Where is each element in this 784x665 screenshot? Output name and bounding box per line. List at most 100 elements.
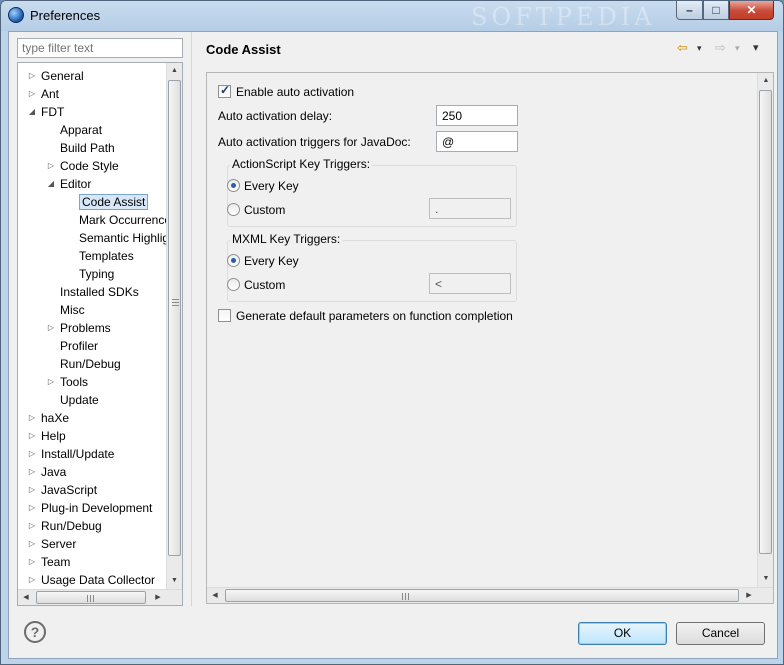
expanded-twisty-icon[interactable]: ◢ xyxy=(27,103,37,121)
scroll-up-arrow-icon[interactable]: ▲ xyxy=(758,73,773,89)
collapsed-twisty-icon[interactable]: ▷ xyxy=(27,85,37,103)
actionscript-custom-radio[interactable] xyxy=(227,203,240,216)
collapsed-twisty-icon[interactable]: ▷ xyxy=(46,157,56,175)
tree-item-label: Ant xyxy=(41,87,60,101)
grip-line xyxy=(402,593,403,600)
tree-item[interactable]: ▷ Problems xyxy=(48,319,111,337)
window-title: Preferences xyxy=(30,8,101,23)
tree-item-label: Problems xyxy=(60,321,111,335)
collapsed-twisty-icon[interactable]: ▷ xyxy=(27,67,37,85)
scroll-right-arrow-icon[interactable]: ▶ xyxy=(150,590,166,605)
tree-vertical-scrollbar[interactable]: ▲ ▼ xyxy=(166,63,182,589)
collapsed-twisty-icon[interactable]: ▷ xyxy=(46,319,56,337)
tree-item[interactable]: ▷ Team xyxy=(29,553,70,571)
tree-item[interactable]: Build Path xyxy=(60,139,115,157)
close-button[interactable]: ✕ xyxy=(729,1,774,20)
filter-input[interactable] xyxy=(17,38,183,58)
tree-item[interactable]: ◢ Editor xyxy=(48,175,91,193)
help-icon[interactable]: ? xyxy=(24,621,46,643)
tree-item[interactable]: ▷ Run/Debug xyxy=(29,517,102,535)
collapsed-twisty-icon[interactable]: ▷ xyxy=(27,463,37,481)
collapsed-twisty-icon[interactable]: ▷ xyxy=(27,481,37,499)
mxml-every-key-label[interactable]: Every Key xyxy=(244,254,299,268)
collapsed-twisty-icon[interactable]: ▷ xyxy=(27,427,37,445)
tree-item[interactable]: ▷ haXe xyxy=(29,409,70,427)
tree-item[interactable]: ▷ General xyxy=(29,67,84,85)
tree-item-label: Help xyxy=(41,429,66,443)
scroll-left-arrow-icon[interactable]: ◀ xyxy=(18,590,34,605)
tree-item-label: FDT xyxy=(41,105,65,119)
panel-divider[interactable] xyxy=(191,32,192,606)
collapsed-twisty-icon[interactable]: ▷ xyxy=(27,409,37,427)
collapsed-twisty-icon[interactable]: ▷ xyxy=(27,517,37,535)
collapsed-twisty-icon[interactable]: ▷ xyxy=(27,571,37,589)
tree-horizontal-scrollbar[interactable]: ◀ ▶ xyxy=(18,589,182,605)
generate-default-params-label[interactable]: Generate default parameters on function … xyxy=(236,309,513,323)
tree-item[interactable]: ▷ Code Style xyxy=(48,157,119,175)
tree-item-label: JavaScript xyxy=(41,483,98,497)
scroll-thumb[interactable] xyxy=(168,80,181,556)
tree-item[interactable]: Mark Occurrences xyxy=(79,211,168,229)
enable-auto-activation-checkbox[interactable] xyxy=(218,83,231,98)
expanded-twisty-icon[interactable]: ◢ xyxy=(46,175,56,193)
mxml-custom-label[interactable]: Custom xyxy=(244,278,285,292)
tree-item[interactable]: Apparat xyxy=(60,121,102,139)
tree-item-label: Plug-in Development xyxy=(41,501,153,515)
tree-item[interactable]: ▷ Server xyxy=(29,535,76,553)
tree-item[interactable]: ▷ Plug-in Development xyxy=(29,499,153,517)
tree-item[interactable]: Run/Debug xyxy=(60,355,121,373)
tree-item[interactable]: Misc xyxy=(60,301,85,319)
collapsed-twisty-icon[interactable]: ▷ xyxy=(27,445,37,463)
tree-item[interactable]: ▷ Usage Data Collector xyxy=(29,571,155,589)
tree-item[interactable]: ◢ FDT xyxy=(29,103,65,121)
tree-item[interactable]: Installed SDKs xyxy=(60,283,139,301)
view-menu-chevron-icon[interactable]: ▾ xyxy=(753,40,759,56)
cancel-button[interactable]: Cancel xyxy=(676,622,765,645)
tree-item[interactable]: Profiler xyxy=(60,337,98,355)
scroll-thumb[interactable] xyxy=(225,589,739,602)
actionscript-every-key-radio[interactable] xyxy=(227,179,240,192)
tree-item[interactable]: ▷ Ant xyxy=(29,85,60,103)
tree-item[interactable]: ▷ Java xyxy=(29,463,67,481)
collapsed-twisty-icon[interactable]: ▷ xyxy=(27,499,37,517)
tree-item[interactable]: Templates xyxy=(79,247,134,265)
back-menu-chevron-icon[interactable]: ▾ xyxy=(697,40,702,56)
scroll-down-arrow-icon[interactable]: ▼ xyxy=(758,571,773,587)
enable-auto-activation-label[interactable]: Enable auto activation xyxy=(236,85,354,99)
tree-item[interactable]: Code Assist xyxy=(79,193,149,211)
tree-item[interactable]: ▷ Tools xyxy=(48,373,88,391)
title-bar[interactable]: Preferences SOFTPEDIA – □ ✕ xyxy=(1,1,783,31)
collapsed-twisty-icon[interactable]: ▷ xyxy=(27,553,37,571)
mxml-custom-radio[interactable] xyxy=(227,278,240,291)
delay-input[interactable]: 250 xyxy=(436,105,518,126)
scroll-thumb[interactable] xyxy=(36,591,146,604)
tree-item[interactable]: Update xyxy=(60,391,99,409)
javadoc-triggers-input[interactable]: @ xyxy=(436,131,518,152)
settings-horizontal-scrollbar[interactable]: ◀ ▶ xyxy=(207,587,773,603)
scroll-left-arrow-icon[interactable]: ◀ xyxy=(207,588,223,603)
tree-item-label: Java xyxy=(41,465,67,479)
tree-item-label: haXe xyxy=(41,411,70,425)
actionscript-every-key-label[interactable]: Every Key xyxy=(244,179,299,193)
back-arrow-icon[interactable]: ⇦ xyxy=(677,40,688,56)
actionscript-custom-label[interactable]: Custom xyxy=(244,203,285,217)
settings-panel: Enable auto activation Auto activation d… xyxy=(206,72,774,604)
mxml-every-key-radio[interactable] xyxy=(227,254,240,267)
tree-item[interactable]: Semantic Highlighting xyxy=(79,229,168,247)
collapsed-twisty-icon[interactable]: ▷ xyxy=(27,535,37,553)
scroll-right-arrow-icon[interactable]: ▶ xyxy=(741,588,757,603)
ok-button[interactable]: OK xyxy=(578,622,667,645)
scroll-down-arrow-icon[interactable]: ▼ xyxy=(167,573,182,589)
tree-item[interactable]: ▷ Help xyxy=(29,427,66,445)
scroll-thumb[interactable] xyxy=(759,90,772,554)
generate-default-params-checkbox[interactable] xyxy=(218,309,231,322)
maximize-button[interactable]: □ xyxy=(703,1,729,20)
settings-vertical-scrollbar[interactable]: ▲ ▼ xyxy=(757,73,773,587)
minimize-button[interactable]: – xyxy=(676,1,703,20)
grip-line xyxy=(172,302,179,303)
collapsed-twisty-icon[interactable]: ▷ xyxy=(46,373,56,391)
scroll-up-arrow-icon[interactable]: ▲ xyxy=(167,63,182,79)
tree-item[interactable]: ▷ Install/Update xyxy=(29,445,114,463)
tree-item[interactable]: Typing xyxy=(79,265,114,283)
tree-item[interactable]: ▷ JavaScript xyxy=(29,481,98,499)
